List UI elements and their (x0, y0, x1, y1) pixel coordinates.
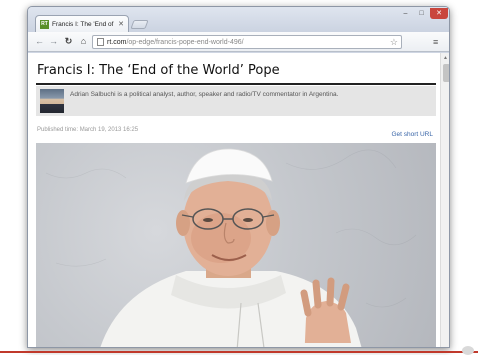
maximize-button[interactable]: □ (414, 8, 429, 19)
page-icon (97, 38, 104, 46)
url-domain: rt.com (107, 38, 127, 46)
tab-strip: RT Francis I: The 'End of the W ✕ – □ ✕ (28, 7, 449, 32)
tab-title: Francis I: The 'End of the W (52, 20, 115, 28)
site-favicon-icon: RT (40, 19, 49, 29)
author-avatar (40, 89, 64, 113)
new-tab-button[interactable] (130, 20, 149, 29)
back-arrow-icon[interactable]: ← (33, 35, 46, 48)
page-scrollbar[interactable]: ▲ (440, 53, 449, 347)
progress-line (0, 351, 478, 353)
browser-toolbar: ← → ↻ ⌂ rt.com /op-edge/francis-pope-end… (28, 32, 449, 52)
pope-photo-illustration (45, 148, 417, 347)
window-close-button[interactable]: ✕ (430, 8, 448, 19)
browser-window: RT Francis I: The 'End of the W ✕ – □ ✕ … (27, 6, 450, 348)
author-box: Adrian Salbuchi is a political analyst, … (36, 86, 436, 116)
scroll-up-icon[interactable]: ▲ (443, 55, 448, 61)
published-time: Published time: March 19, 2013 16:25 (37, 127, 139, 133)
headline-divider (36, 83, 436, 85)
scrub-handle[interactable] (462, 346, 474, 355)
home-icon[interactable]: ⌂ (77, 35, 90, 48)
reload-icon[interactable]: ↻ (62, 35, 75, 48)
address-bar[interactable]: rt.com /op-edge/francis-pope-end-world-4… (92, 35, 402, 49)
author-bio: Adrian Salbuchi is a political analyst, … (70, 91, 339, 98)
article-photo (36, 143, 436, 347)
browser-tab[interactable]: RT Francis I: The 'End of the W ✕ (35, 15, 129, 32)
close-icon[interactable]: ✕ (118, 20, 124, 28)
short-url-link[interactable]: Get short URL (391, 131, 433, 138)
scrollbar-thumb[interactable] (443, 64, 449, 82)
minimize-button[interactable]: – (398, 8, 413, 19)
article-headline: Francis I: The ‘End of the World’ Pope (37, 63, 280, 78)
url-path: /op-edge/francis-pope-end-world-496/ (126, 38, 244, 46)
web-page: Francis I: The ‘End of the World’ Pope A… (28, 53, 440, 347)
bookmark-star-icon[interactable]: ☆ (390, 36, 398, 48)
forward-arrow-icon[interactable]: → (47, 35, 60, 48)
menu-icon[interactable]: ≡ (433, 36, 438, 48)
